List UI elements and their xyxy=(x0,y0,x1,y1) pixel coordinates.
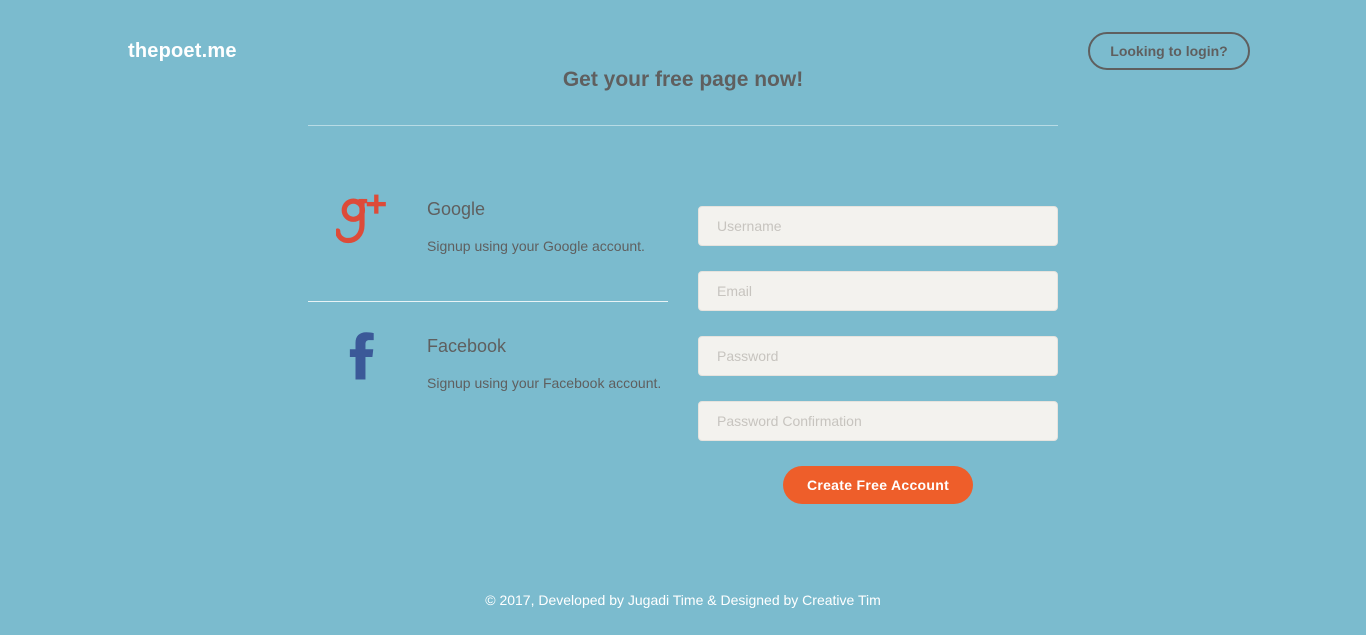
google-label: Google xyxy=(427,199,486,219)
page-title: Get your free page now! xyxy=(562,68,804,91)
google-plus-icon xyxy=(336,194,386,244)
facebook-label: Facebook xyxy=(427,336,507,356)
facebook-description: Signup using your Facebook account. xyxy=(427,375,662,391)
brand-logo[interactable]: thepoet.me xyxy=(128,40,237,63)
google-description: Signup using your Google account. xyxy=(427,238,645,254)
facebook-icon xyxy=(349,332,374,380)
footer-text: © 2017, Developed by Jugadi Time & Desig… xyxy=(485,592,881,608)
facebook-signup[interactable]: Facebook Signup using your Facebook acco… xyxy=(308,327,668,407)
password-input[interactable] xyxy=(698,336,1058,376)
social-divider xyxy=(308,301,668,302)
login-button[interactable]: Looking to login? xyxy=(1088,32,1250,70)
create-account-button[interactable]: Create Free Account xyxy=(783,466,973,504)
google-signup[interactable]: Google Signup using your Google account. xyxy=(308,190,668,270)
title-divider xyxy=(308,125,1058,126)
email-input[interactable] xyxy=(698,271,1058,311)
username-input[interactable] xyxy=(698,206,1058,246)
password-confirmation-input[interactable] xyxy=(698,401,1058,441)
